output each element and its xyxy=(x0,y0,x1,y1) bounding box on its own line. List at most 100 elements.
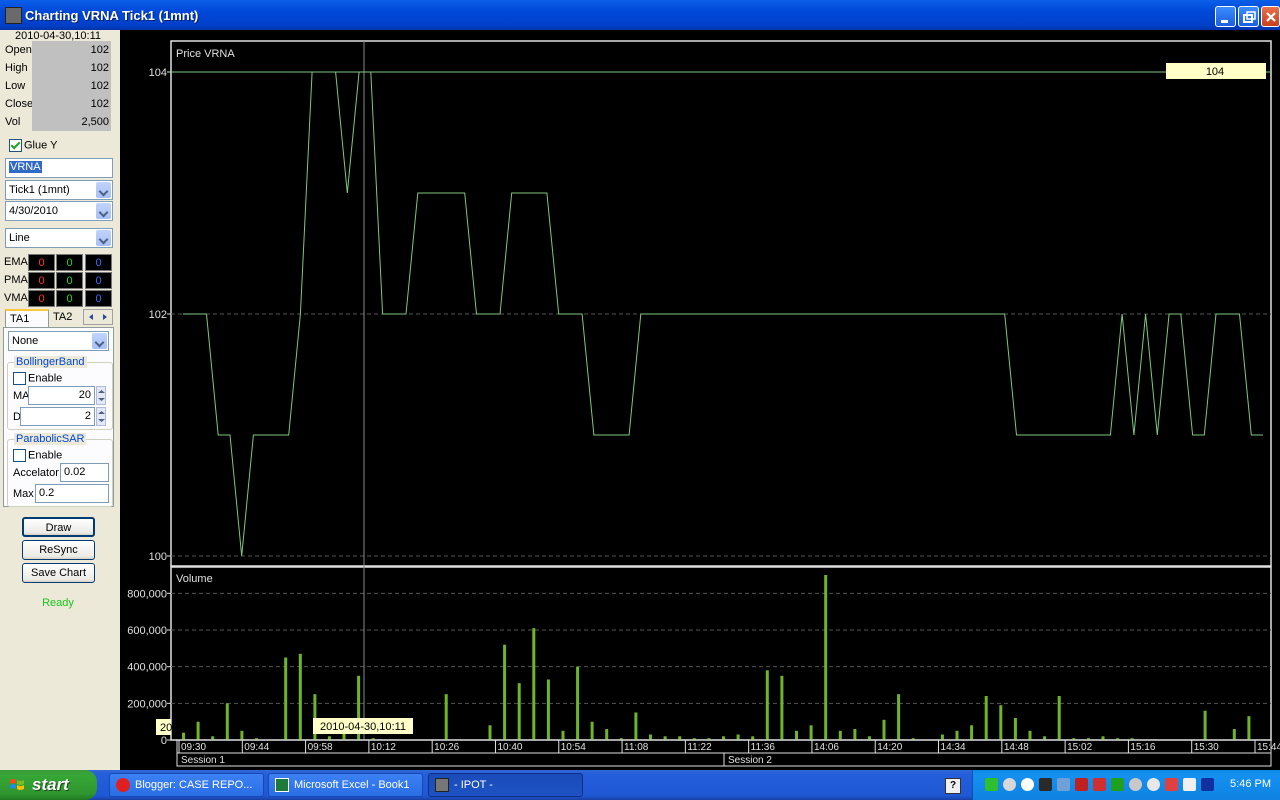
tray-app-icon[interactable] xyxy=(1147,778,1160,791)
bollinger-ma-spinner[interactable] xyxy=(96,386,106,405)
price-tick-label: 100 xyxy=(149,551,167,563)
psar-accel-input[interactable]: 0.02 xyxy=(60,463,109,482)
time-axis xyxy=(176,739,1272,754)
chevron-down-icon[interactable] xyxy=(96,182,111,198)
tray-app-icon[interactable] xyxy=(1021,778,1034,791)
taskbar-item-label: Microsoft Excel - Book1 xyxy=(294,779,410,791)
checkbox-box[interactable] xyxy=(9,139,22,152)
time-tick-label: 15:16 xyxy=(1130,742,1155,753)
start-button[interactable]: start xyxy=(0,770,97,800)
volume-bar xyxy=(503,644,507,740)
volume-bar xyxy=(1232,729,1236,740)
ema-cell[interactable]: 0 xyxy=(56,254,83,271)
ema-cell[interactable]: 0 xyxy=(85,254,112,271)
checkbox-box[interactable] xyxy=(13,449,26,462)
tray-app-icon[interactable] xyxy=(1003,778,1016,791)
close-button[interactable] xyxy=(1261,6,1280,27)
taskbar-item-ipot[interactable]: - IPOT - xyxy=(428,773,583,797)
pma-cell[interactable]: 0 xyxy=(56,272,83,289)
tray-app-icon[interactable] xyxy=(1183,778,1196,791)
tab-ta2[interactable]: TA2 xyxy=(49,309,83,327)
volume-bar xyxy=(284,657,288,740)
wireless-icon[interactable] xyxy=(1165,778,1178,791)
network-icon[interactable] xyxy=(985,778,998,791)
help-icon[interactable]: ? xyxy=(945,778,961,794)
minimize-button[interactable] xyxy=(1215,6,1236,27)
chevron-down-icon[interactable] xyxy=(96,230,111,246)
time-tick-label: 09:30 xyxy=(181,742,206,753)
time-tick-label: 11:22 xyxy=(687,742,712,753)
ta-select[interactable]: None xyxy=(8,331,109,351)
volume-bar xyxy=(488,725,492,740)
restore-button[interactable] xyxy=(1238,6,1259,27)
psar-max-input[interactable]: 0.2 xyxy=(35,484,109,503)
price-cursor-label: 104 xyxy=(1206,66,1224,78)
vma-cell[interactable]: 0 xyxy=(28,290,55,307)
date-picker[interactable]: 4/30/2010 xyxy=(5,201,113,221)
volume-bar xyxy=(590,721,594,740)
pma-cell[interactable]: 0 xyxy=(85,272,112,289)
tray-app-icon[interactable] xyxy=(1075,778,1088,791)
volume-bar xyxy=(897,694,901,740)
taskbar-item-excel[interactable]: Microsoft Excel - Book1 xyxy=(268,773,423,797)
pma-cell[interactable]: 0 xyxy=(28,272,55,289)
excel-icon xyxy=(275,778,289,792)
tray-app-icon[interactable] xyxy=(1129,778,1142,791)
taskbar-item-blogger[interactable]: Blogger: CASE REPO... xyxy=(109,773,264,797)
volume-tick-label: 400,000 xyxy=(127,662,167,674)
volume-bar xyxy=(736,734,740,740)
chart-canvas[interactable]: Price VRNA Volume 104 102 100 800,000 600,0… xyxy=(120,30,1280,770)
tray-app-icon[interactable] xyxy=(1111,778,1124,791)
time-tick-label: 10:12 xyxy=(371,742,396,753)
chevron-down-icon[interactable] xyxy=(92,333,107,349)
psar-enable-label: Enable xyxy=(28,449,63,462)
draw-button[interactable]: Draw xyxy=(22,517,95,537)
chart-area[interactable]: Price VRNA Volume 104 102 100 800,000 600,0… xyxy=(120,30,1280,770)
tray-app-icon[interactable] xyxy=(1201,778,1214,791)
volume-bar xyxy=(444,694,448,740)
symbol-input[interactable]: VRNA xyxy=(5,158,113,178)
resync-button[interactable]: ReSync xyxy=(22,540,95,560)
session-2-label: Session 2 xyxy=(728,755,772,766)
price-tick-label: 102 xyxy=(149,309,167,321)
psar-max-label: Max xyxy=(13,488,34,500)
opera-icon xyxy=(116,778,130,792)
bollinger-ma-input[interactable]: 20 xyxy=(28,386,95,405)
session-1-label: Session 1 xyxy=(181,755,225,766)
vma-cell[interactable]: 0 xyxy=(85,290,112,307)
chevron-down-icon[interactable] xyxy=(96,203,111,219)
volume-bar xyxy=(970,725,974,740)
ohlc-value: 2,500 xyxy=(32,113,111,131)
ema-cell[interactable]: 0 xyxy=(28,254,55,271)
psar-enable-checkbox[interactable]: Enable xyxy=(13,449,62,462)
save-chart-button[interactable]: Save Chart xyxy=(22,563,95,583)
volume-bar xyxy=(853,729,857,740)
vma-cell[interactable]: 0 xyxy=(56,290,83,307)
volume-bar xyxy=(678,736,682,740)
bollinger-d-input[interactable]: 2 xyxy=(20,407,95,426)
tab-scroll-arrows-icon[interactable] xyxy=(84,310,112,324)
tray-app-icon[interactable] xyxy=(1057,778,1070,791)
volume-bar xyxy=(765,670,769,740)
tab-ta1[interactable]: TA1 xyxy=(5,309,49,327)
volume-bar xyxy=(576,666,580,740)
shield-icon[interactable] xyxy=(1093,778,1106,791)
tab-scroll[interactable] xyxy=(83,309,113,325)
bollinger-enable-checkbox[interactable]: Enable xyxy=(13,372,62,385)
volume-bar xyxy=(882,719,886,740)
signal-icon[interactable] xyxy=(1039,778,1052,791)
window-titlebar[interactable]: Charting VRNA Tick1 (1mnt) xyxy=(0,0,1280,30)
glue-y-checkbox[interactable]: Glue Y xyxy=(9,139,57,152)
checkbox-box[interactable] xyxy=(13,372,26,385)
time-tick-label: 14:06 xyxy=(814,742,839,753)
time-tick-label: 10:26 xyxy=(434,742,459,753)
volume-bar xyxy=(1101,736,1105,740)
volume-bar xyxy=(605,729,609,740)
volume-bar xyxy=(634,712,638,740)
ohlc-close: Close 102 xyxy=(3,95,113,113)
chart-type-select[interactable]: Line xyxy=(5,228,113,248)
app-icon xyxy=(5,7,22,24)
ohlc-label: Low xyxy=(5,80,26,92)
bollinger-d-spinner[interactable] xyxy=(96,407,106,426)
interval-select[interactable]: Tick1 (1mnt) xyxy=(5,180,113,200)
